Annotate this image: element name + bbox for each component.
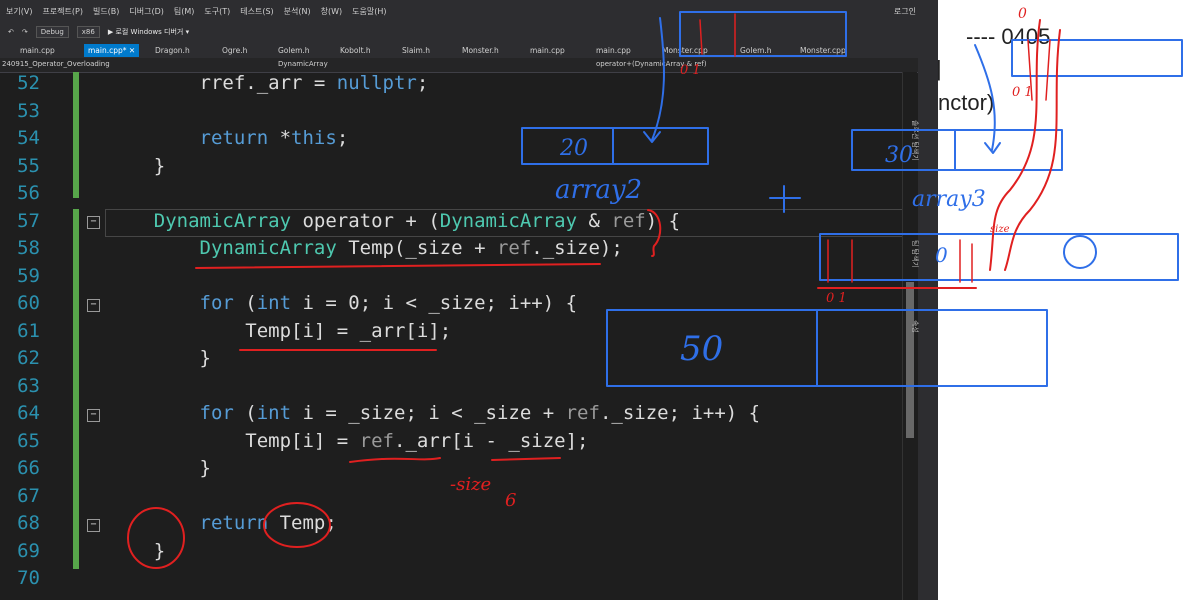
tab-main-cpp-active[interactable]: main.cpp* ✕ — [84, 44, 140, 57]
code-line[interactable]: DynamicArray operator + (DynamicArray & … — [108, 210, 680, 232]
tab-golem-h-2[interactable]: Golem.h — [740, 44, 772, 57]
tab-ogre-h[interactable]: Ogre.h — [222, 44, 247, 57]
side-tab[interactable]: 팀 탐색기 — [910, 240, 920, 268]
member-dropdown[interactable]: operator+(DynamicArray & ref) — [596, 60, 707, 68]
tab-main-cpp-3[interactable]: main.cpp — [596, 44, 631, 57]
code-line[interactable]: } — [108, 540, 165, 562]
change-marker — [73, 209, 79, 569]
menu-item-tools[interactable]: 도구(T) — [204, 6, 230, 17]
toolbar: ↶ ↷ Debug x86 ▶ 로컬 Windows 디버거 ▾ — [0, 22, 938, 42]
line-number: 64 — [17, 402, 40, 424]
line-number: 57 — [17, 209, 40, 232]
menu-bar: 보기(V) 프로젝트(P) 빌드(B) 디버그(D) 팀(M) 도구(T) 테스… — [0, 0, 938, 22]
code-line[interactable]: Temp[i] = ref._arr[i - _size]; — [108, 430, 588, 452]
line-number: 61 — [17, 319, 40, 342]
menu-item-team[interactable]: 팀(M) — [174, 6, 195, 17]
menu-item-test[interactable]: 테스트(S) — [240, 6, 273, 17]
scrollbar-thumb[interactable] — [906, 282, 914, 438]
login-link[interactable]: 로그인 — [894, 6, 916, 17]
menu-item-debug[interactable]: 디버그(D) — [129, 6, 163, 17]
line-number: 55 — [17, 154, 40, 177]
fold-toggle-icon[interactable]: − — [87, 216, 100, 229]
line-number: 69 — [17, 539, 40, 562]
line-number: 65 — [17, 429, 40, 452]
menu-item-build[interactable]: 빌드(B) — [93, 6, 119, 17]
redo-icon[interactable]: ↷ — [22, 28, 28, 36]
tab-golem-h[interactable]: Golem.h — [278, 44, 310, 57]
line-number: 62 — [17, 347, 40, 369]
lecture-document-panel: ---- 0405 | nctor) — [936, 0, 1190, 600]
line-number: 54 — [17, 127, 40, 149]
fold-toggle-icon[interactable]: − — [87, 299, 100, 312]
undo-icon[interactable]: ↶ — [8, 28, 14, 36]
line-number: 66 — [17, 457, 40, 479]
line-number: 60 — [17, 292, 40, 314]
config-select[interactable]: Debug — [35, 26, 69, 38]
line-number: 52 — [17, 72, 40, 94]
code-line[interactable]: } — [108, 347, 211, 369]
start-debug-button[interactable]: ▶ 로컬 Windows 디버거 ▾ — [108, 27, 189, 37]
line-number: 63 — [17, 374, 40, 397]
change-marker — [73, 72, 79, 198]
menu-item-window[interactable]: 창(W) — [321, 6, 343, 17]
code-line[interactable]: return Temp; — [108, 512, 337, 534]
code-line[interactable]: DynamicArray Temp(_size + ref._size); — [108, 237, 623, 259]
scope-dropdown[interactable]: DynamicArray — [278, 60, 328, 68]
doc-text-fragment: | — [936, 56, 942, 81]
code-line[interactable]: } — [108, 155, 165, 177]
visual-studio-window: 보기(V) 프로젝트(P) 빌드(B) 디버그(D) 팀(M) 도구(T) 테스… — [0, 0, 938, 600]
menu-item-help[interactable]: 도움말(H) — [352, 6, 386, 17]
code-line[interactable]: for (int i = 0; i < _size; i++) { — [108, 292, 578, 314]
tab-monster-cpp-1[interactable]: Monster.cpp — [662, 44, 708, 57]
tab-main-cpp-1[interactable]: main.cpp — [20, 44, 55, 57]
code-line[interactable]: Temp[i] = _arr[i]; — [108, 320, 451, 342]
tab-kobolt-h[interactable]: Kobolt.h — [340, 44, 371, 57]
doc-text-fragment: nctor) — [938, 90, 995, 115]
code-line[interactable]: for (int i = _size; i < _size + ref._siz… — [108, 402, 761, 424]
code-line[interactable]: rref._arr = nullptr; — [108, 72, 429, 94]
line-number: 70 — [17, 567, 40, 589]
navigation-bar: 240915_Operator_Overloading DynamicArray… — [0, 58, 938, 73]
platform-select[interactable]: x86 — [76, 26, 100, 38]
line-number: 59 — [17, 264, 40, 287]
document-tabs: main.cpp main.cpp* ✕ Dragon.h Ogre.h Gol… — [0, 42, 938, 58]
side-tab[interactable]: 속성 — [910, 320, 920, 333]
tab-monster-h[interactable]: Monster.h — [462, 44, 499, 57]
code-line[interactable]: } — [108, 457, 211, 479]
menu-item-analyze[interactable]: 분석(N) — [284, 6, 311, 17]
line-number: 56 — [17, 182, 40, 204]
tab-dragon-h[interactable]: Dragon.h — [155, 44, 190, 57]
tab-slaim-h[interactable]: Slaim.h — [402, 44, 430, 57]
doc-heading-fragment: ---- 0405 — [966, 24, 1051, 49]
menu-item-view[interactable]: 보기(V) — [6, 6, 32, 17]
menu-item-project[interactable]: 프로젝트(P) — [42, 6, 83, 17]
fold-toggle-icon[interactable]: − — [87, 519, 100, 532]
side-tool-tabs: 솔루션 탐색기 팀 탐색기 속성 — [911, 0, 938, 600]
line-number: 67 — [17, 484, 40, 507]
tab-main-cpp-2[interactable]: main.cpp — [530, 44, 565, 57]
project-dropdown[interactable]: 240915_Operator_Overloading — [2, 60, 110, 68]
fold-toggle-icon[interactable]: − — [87, 409, 100, 422]
tab-monster-cpp-2[interactable]: Monster.cpp — [800, 44, 846, 57]
line-number: 58 — [17, 237, 40, 259]
line-number: 68 — [17, 512, 40, 534]
code-line[interactable]: return *this; — [108, 127, 349, 149]
side-tab[interactable]: 솔루션 탐색기 — [910, 120, 920, 161]
line-number: 53 — [17, 99, 40, 122]
